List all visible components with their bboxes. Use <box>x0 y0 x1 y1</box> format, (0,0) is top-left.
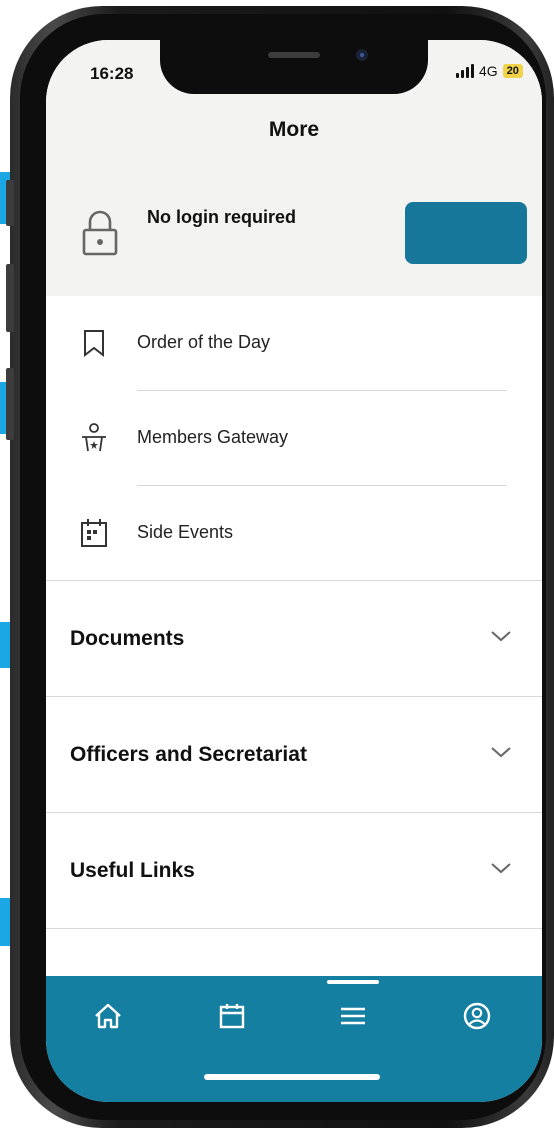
menu-item-label: Members Gateway <box>137 427 289 447</box>
battery-badge: 20 <box>502 64 523 78</box>
front-camera <box>356 49 368 61</box>
bottom-tab-bar <box>46 976 542 1102</box>
lock-icon <box>82 210 118 256</box>
menu-item-label: Order of the Day <box>137 332 271 352</box>
menu-item-members-gateway[interactable]: Members Gateway <box>46 391 542 485</box>
chevron-down-icon <box>491 631 511 642</box>
earpiece-speaker <box>268 52 320 58</box>
phone-volume-up <box>6 264 14 332</box>
status-time: 16:28 <box>90 64 134 83</box>
active-tab-indicator <box>327 980 379 984</box>
menu-item-label: Side Events <box>137 522 234 542</box>
menu-item-order-of-the-day[interactable]: Order of the Day <box>46 296 542 390</box>
home-indicator <box>204 1074 380 1080</box>
section-officers-and-secretariat[interactable]: Officers and Secretariat <box>46 697 542 813</box>
section-useful-links[interactable]: Useful Links <box>46 813 542 929</box>
phone-notch <box>160 40 428 94</box>
chevron-down-icon <box>491 747 511 758</box>
login-status-text: No login required <box>147 207 297 227</box>
status-indicators: 4G 20 <box>456 63 523 79</box>
menu-item-side-events[interactable]: Side Events <box>46 486 542 580</box>
device-mockup: 16:28 4G 20 More No login required Order… <box>0 0 554 1132</box>
speaker-podium-icon <box>82 423 106 452</box>
section-label: Documents <box>70 627 185 650</box>
login-button[interactable] <box>405 202 527 264</box>
phone-volume-down <box>6 368 14 440</box>
menu-icon[interactable] <box>333 996 373 1036</box>
section-label: Officers and Secretariat <box>70 743 307 766</box>
app-screen: 16:28 4G 20 More No login required Order… <box>46 40 542 1102</box>
user-circle-icon[interactable] <box>457 996 497 1036</box>
divider <box>46 928 542 929</box>
section-documents[interactable]: Documents <box>46 581 542 697</box>
calendar-grid-icon <box>81 519 107 547</box>
page-title: More <box>268 118 320 141</box>
chevron-down-icon <box>491 863 511 874</box>
calendar-icon[interactable] <box>212 996 252 1036</box>
signal-icon <box>456 64 474 78</box>
section-label: Useful Links <box>70 859 195 882</box>
home-icon[interactable] <box>88 996 128 1036</box>
phone-mute-switch <box>6 180 14 226</box>
network-type: 4G <box>479 63 498 79</box>
bookmark-icon <box>84 330 104 358</box>
